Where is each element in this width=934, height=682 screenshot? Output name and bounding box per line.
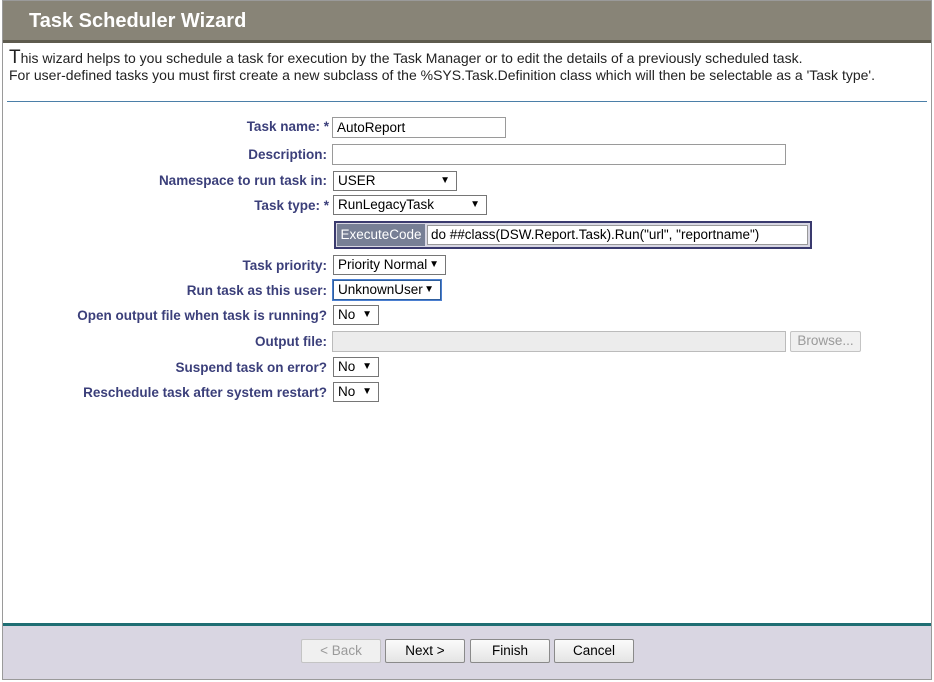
required-marker: * — [323, 119, 329, 134]
chevron-down-icon: ▼ — [424, 284, 434, 295]
intro-initial: T — [9, 47, 21, 68]
run-as-user-select[interactable]: UnknownUser ▼ — [333, 280, 441, 300]
wizard-window: Task Scheduler Wizard This wizard helps … — [2, 0, 932, 680]
next-button[interactable]: Next > — [385, 639, 465, 663]
header-separator — [7, 101, 927, 102]
suspend-on-error-select[interactable]: No ▼ — [333, 357, 379, 377]
run-as-user-label: Run task as this user: — [186, 283, 327, 298]
window-title: Task Scheduler Wizard — [29, 10, 247, 32]
reschedule-label: Reschedule task after system restart? — [83, 385, 327, 400]
namespace-label: Namespace to run task in: — [158, 173, 327, 188]
title-bar: Task Scheduler Wizard — [3, 1, 931, 43]
execute-code-input[interactable]: do ##class(DSW.Report.Task).Run("url", "… — [427, 225, 808, 245]
task-priority-select[interactable]: Priority Normal ▼ — [333, 255, 446, 275]
intro-line1: his wizard helps to you schedule a task … — [20, 50, 803, 66]
open-output-select[interactable]: No ▼ — [333, 305, 379, 325]
reschedule-select[interactable]: No ▼ — [333, 382, 379, 402]
chevron-down-icon: ▼ — [362, 386, 372, 397]
task-type-select[interactable]: RunLegacyTask ▼ — [333, 195, 487, 215]
chevron-down-icon: ▼ — [429, 259, 439, 270]
chevron-down-icon: ▼ — [362, 309, 372, 320]
task-type-label: Task type: * — [254, 198, 329, 213]
browse-button: Browse... — [790, 331, 861, 352]
back-button[interactable]: < Back — [301, 639, 381, 663]
required-marker: * — [323, 198, 329, 213]
finish-button[interactable]: Finish — [470, 639, 550, 663]
chevron-down-icon: ▼ — [362, 361, 372, 372]
output-file-label: Output file: — [255, 334, 327, 349]
execute-code-panel: ExecuteCode do ##class(DSW.Report.Task).… — [334, 221, 812, 249]
wizard-footer: < Back Next > Finish Cancel — [3, 623, 931, 679]
namespace-select[interactable]: USER ▼ — [333, 171, 457, 191]
intro-text: This wizard helps to you schedule a task… — [9, 47, 875, 84]
task-name-input[interactable]: AutoReport — [332, 117, 506, 138]
chevron-down-icon: ▼ — [440, 175, 450, 186]
description-label: Description: — [248, 147, 327, 162]
intro-line2: For user-defined tasks you must first cr… — [9, 67, 875, 83]
open-output-label: Open output file when task is running? — [77, 308, 327, 323]
task-priority-label: Task priority: — [242, 258, 327, 273]
suspend-on-error-label: Suspend task on error? — [175, 360, 327, 375]
execute-code-label: ExecuteCode — [337, 224, 425, 246]
chevron-down-icon: ▼ — [470, 199, 480, 210]
description-input[interactable] — [332, 144, 786, 165]
task-name-label: Task name: * — [246, 119, 329, 134]
output-file-input — [332, 331, 786, 352]
cancel-button[interactable]: Cancel — [554, 639, 634, 663]
